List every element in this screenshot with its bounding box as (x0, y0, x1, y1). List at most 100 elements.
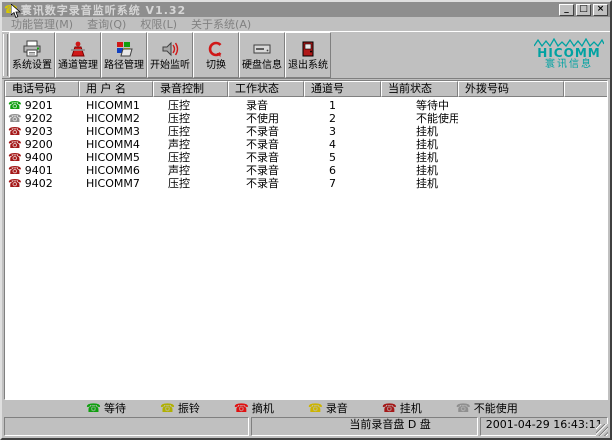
channel-management-button[interactable]: 通道管理 (55, 32, 101, 78)
blank-cell (564, 112, 607, 125)
channel-row[interactable]: ☎ 9401 HICOMM6 声控 不录音 6 挂机 (5, 164, 607, 177)
status-legend: ☎ 等待 ☎ 振铃 ☎ 摘机 ☎ 录音 ☎ 挂机 ☎ 不能使用 (2, 400, 610, 416)
channel-listview: 电话号码 用 户 名 录音控制 工作状态 通道号 当前状态 外拨号码 ☎ 920… (4, 80, 608, 400)
dial-number-cell (458, 138, 564, 151)
record-control-cell: 声控 (153, 138, 228, 151)
phone-state-icon: ☎ (8, 100, 22, 111)
toolbar-button-label: 硬盘信息 (242, 60, 282, 71)
main-area: 电话号码 用 户 名 录音控制 工作状态 通道号 当前状态 外拨号码 ☎ 920… (2, 79, 610, 400)
legend-item: ☎ 不能使用 (456, 400, 518, 416)
dial-number-cell (458, 112, 564, 125)
toolbar-button-label: 开始监听 (150, 60, 190, 71)
toolbar-button-label: 路径管理 (104, 60, 144, 71)
current-status-cell: 挂机 (381, 151, 458, 164)
phone-state-icon: ☎ (8, 139, 22, 150)
status-panel-disk: 当前录音盘 D 盘 (251, 417, 478, 436)
column-header-phone[interactable]: 电话号码 (5, 81, 79, 97)
logo-company-text: 寰讯信息 (545, 59, 593, 70)
column-header-work[interactable]: 工作状态 (228, 81, 304, 97)
channel-row[interactable]: ☎ 9400 HICOMM5 压控 不录音 5 挂机 (5, 151, 607, 164)
channel-number-cell: 1 (304, 99, 381, 112)
phone-state-icon: ☎ (456, 403, 471, 414)
printer-icon (22, 39, 42, 59)
work-status-cell: 不录音 (228, 151, 304, 164)
phone-number-cell: ☎ 9201 (5, 99, 79, 112)
exit-icon (300, 39, 316, 59)
dial-number-cell (458, 99, 564, 112)
record-control-cell: 压控 (153, 112, 228, 125)
harddisk-info-button[interactable]: 硬盘信息 (239, 32, 285, 78)
column-header-channel[interactable]: 通道号 (304, 81, 381, 97)
toolbar: 系统设置 通道管理 路径管理 (2, 31, 610, 79)
channel-row[interactable]: ☎ 9200 HICOMM4 声控 不录音 4 挂机 (5, 138, 607, 151)
switch-button[interactable]: 切换 (193, 32, 239, 78)
exit-system-button[interactable]: 退出系统 (285, 32, 331, 78)
phone-state-icon: ☎ (8, 126, 22, 137)
current-status-cell: 挂机 (381, 164, 458, 177)
phone-number-cell: ☎ 9202 (5, 112, 79, 125)
start-listen-button[interactable]: 开始监听 (147, 32, 193, 78)
menu-about-system[interactable]: 关于系统(A) (184, 16, 258, 32)
path-management-button[interactable]: 路径管理 (101, 32, 147, 78)
phone-state-icon: ☎ (308, 403, 323, 414)
channel-number-cell: 6 (304, 164, 381, 177)
user-name-cell: HICOMM5 (79, 151, 153, 164)
legend-item: ☎ 摘机 (234, 400, 274, 416)
user-name-cell: HICOMM1 (79, 99, 153, 112)
maximize-button[interactable]: □ (576, 4, 591, 16)
column-header-control[interactable]: 录音控制 (153, 81, 228, 97)
dial-number-cell (458, 177, 564, 190)
dial-number-cell (458, 125, 564, 138)
phone-number-cell: ☎ 9200 (5, 138, 79, 151)
work-status-cell: 不录音 (228, 177, 304, 190)
legend-item: ☎ 等待 (86, 400, 126, 416)
phone-state-icon: ☎ (8, 113, 22, 124)
dial-number-cell (458, 164, 564, 177)
toolbar-grip[interactable] (3, 34, 8, 76)
channel-row[interactable]: ☎ 9203 HICOMM3 压控 不录音 3 挂机 (5, 125, 607, 138)
work-status-cell: 录音 (228, 99, 304, 112)
menu-bar: 功能管理(M) 查询(Q) 权限(L) 关于系统(A) (2, 17, 610, 31)
user-name-cell: HICOMM6 (79, 164, 153, 177)
listen-speaker-icon (160, 39, 180, 59)
current-status-cell: 挂机 (381, 177, 458, 190)
resize-grip[interactable] (596, 424, 608, 436)
logo-brand-text: HICOMM (537, 47, 600, 59)
toolbar-button-label: 系统设置 (12, 60, 52, 71)
column-header-status[interactable]: 当前状态 (381, 81, 458, 97)
column-header-user[interactable]: 用 户 名 (79, 81, 153, 97)
switch-icon (207, 39, 225, 59)
work-status-cell: 不录音 (228, 138, 304, 151)
channel-row[interactable]: ☎ 9402 HICOMM7 压控 不录音 7 挂机 (5, 177, 607, 190)
title-bar[interactable]: ☎ 寰讯数字录音监听系统 V1.32 _ □ × (2, 2, 610, 17)
menu-query[interactable]: 查询(Q) (80, 16, 133, 32)
user-name-cell: HICOMM3 (79, 125, 153, 138)
close-button[interactable]: × (593, 4, 608, 16)
toolbar-button-label: 通道管理 (58, 60, 98, 71)
phone-number-cell: ☎ 9401 (5, 164, 79, 177)
minimize-button[interactable]: _ (559, 4, 574, 16)
column-header-dial[interactable]: 外拨号码 (458, 81, 564, 97)
current-status-cell: 等待中 (381, 99, 458, 112)
channel-row[interactable]: ☎ 9202 HICOMM2 压控 不使用 2 不能使用 (5, 112, 607, 125)
blank-cell (564, 177, 607, 190)
menu-permission[interactable]: 权限(L) (133, 16, 184, 32)
channel-row[interactable]: ☎ 9201 HICOMM1 压控 录音 1 等待中 (5, 99, 607, 112)
mouse-cursor (11, 4, 21, 19)
channel-number-cell: 2 (304, 112, 381, 125)
phone-number-cell: ☎ 9400 (5, 151, 79, 164)
user-name-cell: HICOMM7 (79, 177, 153, 190)
status-panel-datetime: 2001-04-29 16:43:11 (480, 417, 608, 436)
work-status-cell: 不录音 (228, 125, 304, 138)
channel-icon (69, 39, 87, 59)
harddisk-icon (252, 39, 272, 59)
user-name-cell: HICOMM4 (79, 138, 153, 151)
system-settings-button[interactable]: 系统设置 (9, 32, 55, 78)
window-title: 寰讯数字录音监听系统 V1.32 (21, 2, 559, 18)
phone-state-icon: ☎ (234, 403, 249, 414)
record-control-cell: 压控 (153, 125, 228, 138)
column-header-blank[interactable] (564, 81, 607, 97)
record-control-cell: 压控 (153, 99, 228, 112)
phone-number-cell: ☎ 9203 (5, 125, 79, 138)
legend-item: ☎ 振铃 (160, 400, 200, 416)
